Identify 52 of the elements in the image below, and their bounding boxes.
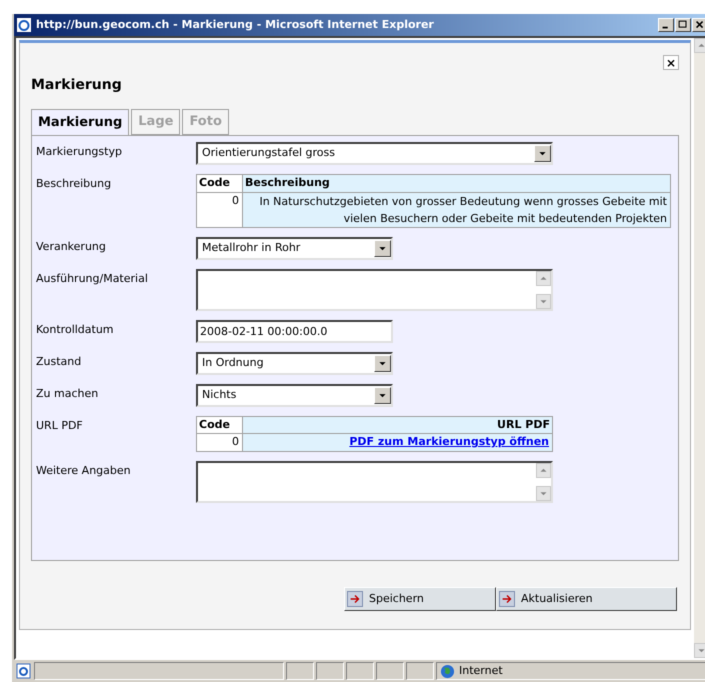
field-label: Ausführung/Material	[36, 270, 149, 286]
table-cell: 0	[196, 434, 242, 451]
status-panel	[346, 662, 374, 680]
field-label: Zu machen	[36, 386, 100, 402]
status-panel	[406, 662, 434, 680]
caret-icon	[374, 240, 391, 256]
tab[interactable]: Markierung	[31, 109, 130, 135]
field-label: Weitere Angaben	[36, 462, 132, 478]
action-button[interactable]: Speichern	[344, 587, 496, 611]
column-header: Beschreibung	[242, 174, 670, 192]
page-icon	[16, 663, 32, 679]
globe-icon	[440, 664, 455, 678]
dropdown[interactable]: Nichts	[196, 384, 393, 406]
dropdown[interactable]: Metallrohr in Rohr	[196, 236, 393, 260]
field-label: URL PDF	[36, 418, 84, 434]
scroll-up-icon[interactable]	[536, 462, 551, 478]
zone-label: Internet	[459, 662, 503, 679]
status-panel	[316, 662, 344, 680]
column-header: Code	[196, 416, 242, 434]
date-field[interactable]: 2008-02-11 00:00:00.0	[196, 320, 393, 342]
close-button[interactable]: ×	[663, 55, 679, 70]
dropdown[interactable]: Orientierungstafel gross	[196, 142, 553, 165]
caret-icon	[534, 145, 551, 162]
minimize-icon[interactable]	[658, 18, 674, 32]
column-header: URL PDF	[242, 416, 552, 434]
action-button[interactable]: Aktualisieren	[496, 587, 677, 611]
table-cell: 0	[196, 192, 242, 227]
text-area[interactable]	[196, 268, 553, 310]
maximize-icon[interactable]	[675, 18, 691, 32]
field-label: Markierungstyp	[36, 144, 123, 160]
close-icon[interactable]	[692, 18, 705, 32]
caret-icon	[374, 386, 391, 404]
field-label: Kontrolldatum	[36, 322, 115, 338]
caret-icon	[374, 354, 391, 372]
field-label: Verankerung	[36, 238, 107, 254]
window-title: http://bun.geocom.ch - Markierung - Microsoft Internet Explorer	[36, 16, 435, 33]
scroll-up-icon[interactable]	[536, 270, 551, 286]
field-label: Zustand	[36, 354, 82, 370]
dialog-title: Markierung	[31, 76, 123, 95]
status-panel	[376, 662, 404, 680]
arrow-right-icon	[499, 591, 515, 607]
scroll-down-icon[interactable]	[536, 294, 551, 308]
dropdown[interactable]: In Ordnung	[196, 352, 393, 374]
scroll-down-icon[interactable]	[694, 643, 705, 658]
column-header: Code	[196, 174, 242, 192]
browser-logo-icon	[16, 17, 32, 33]
scroll-down-icon[interactable]	[536, 486, 551, 500]
field-label: Beschreibung	[36, 176, 112, 192]
text-area[interactable]	[196, 460, 553, 502]
status-panel	[286, 662, 314, 680]
table-cell: In Naturschutzgebieten von grosser Bedeutung wenn grosses Gebeite mit vielen Besuchern oder Gebeite mit bedeutenden Projekten	[259, 194, 667, 224]
arrow-right-icon	[347, 591, 363, 607]
